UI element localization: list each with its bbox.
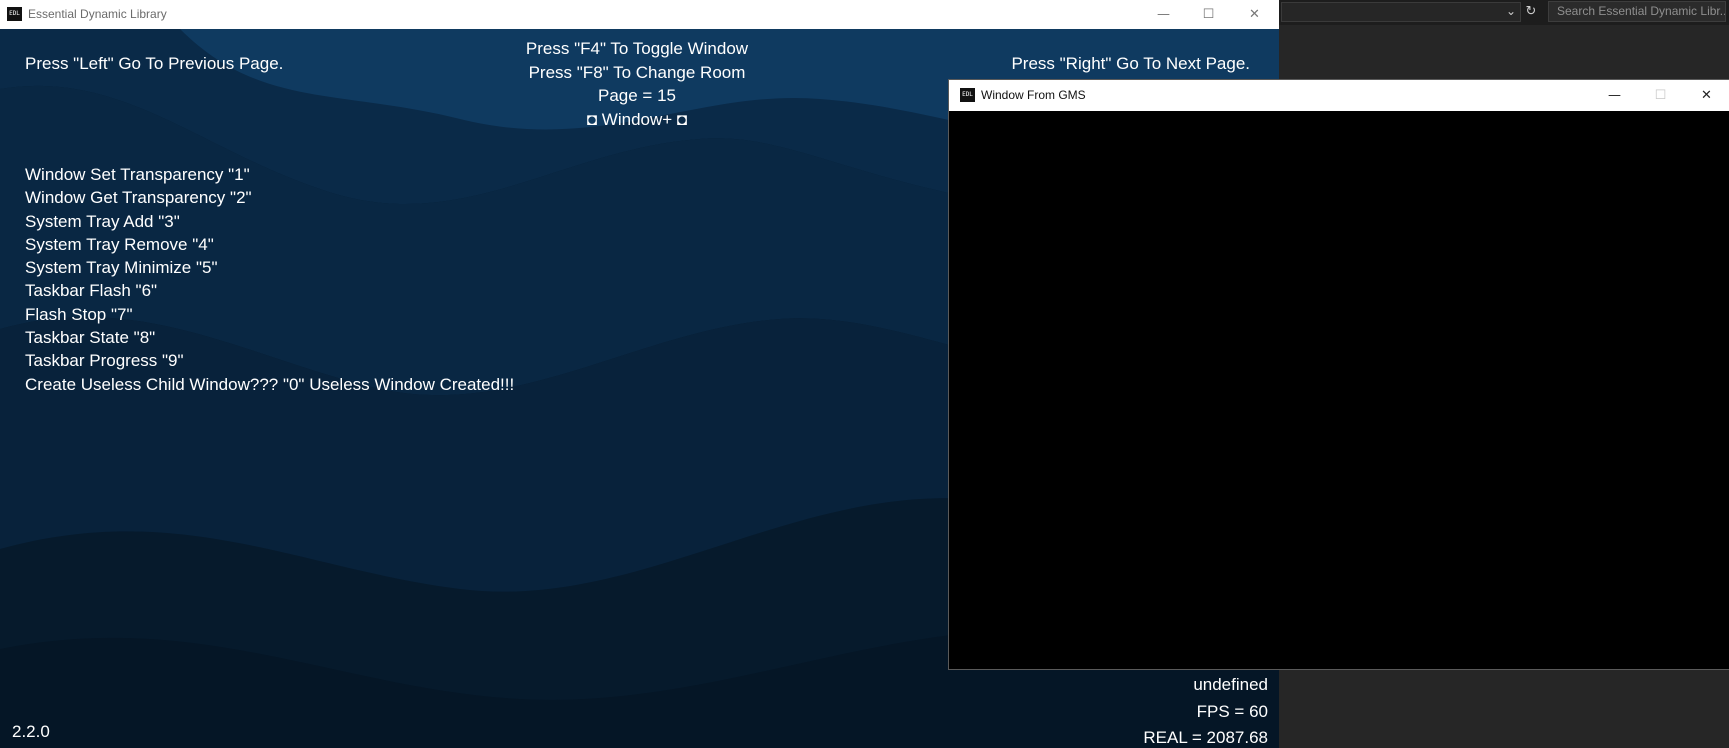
window-title: Window From GMS (981, 88, 1086, 102)
section-title: ◘ Window+ ◘ (586, 109, 688, 129)
list-item: Taskbar Flash "6" (25, 281, 158, 301)
list-item: Window Get Transparency "2" (25, 188, 252, 208)
function-list: Window Set Transparency "1" Window Get T… (25, 163, 514, 396)
list-item: Taskbar Progress "9" (25, 351, 184, 371)
close-button[interactable]: ✕ (1232, 0, 1277, 29)
page-header: Press "F4" To Toggle Window Press "F8" T… (437, 37, 837, 131)
refresh-icon[interactable]: ↻ (1522, 2, 1540, 22)
desktop: ⌄ ↻ Search Essential Dynamic Libr... EDL… (0, 0, 1729, 748)
app-icon: EDL (7, 7, 22, 21)
app-icon: EDL (960, 88, 975, 102)
child-window: EDL Window From GMS — ☐ ✕ (949, 80, 1729, 669)
list-item: System Tray Add "3" (25, 211, 180, 231)
search-input[interactable]: Search Essential Dynamic Libr... (1548, 1, 1726, 22)
background-dropdown[interactable]: ⌄ (1281, 2, 1521, 22)
status-undefined: undefined (1193, 675, 1268, 694)
chevron-down-icon: ⌄ (1505, 4, 1516, 18)
change-room-hint: Press "F8" To Change Room (528, 62, 746, 82)
previous-page-hint: Press "Left" Go To Previous Page. (25, 54, 284, 73)
toggle-window-hint: Press "F4" To Toggle Window (525, 39, 749, 58)
minimize-button[interactable]: — (1141, 0, 1186, 29)
list-item: Flash Stop "7" (25, 304, 133, 324)
list-item: Taskbar State "8" (25, 328, 156, 348)
child-window-content[interactable] (949, 111, 1729, 669)
fps-readout: FPS = 60 (1196, 701, 1268, 721)
minimize-button[interactable]: — (1592, 80, 1637, 111)
real-fps-readout: REAL = 2087.68 (1143, 728, 1268, 747)
version-label: 2.2.0 (12, 722, 50, 741)
page-number: Page = 15 (598, 86, 676, 105)
next-page-hint: Press "Right" Go To Next Page. (1011, 54, 1250, 73)
close-button[interactable]: ✕ (1684, 80, 1729, 111)
maximize-button[interactable]: ☐ (1638, 80, 1683, 111)
window-title: Essential Dynamic Library (28, 7, 167, 21)
main-window-titlebar[interactable]: EDL Essential Dynamic Library — ☐ ✕ (0, 0, 1279, 29)
maximize-button[interactable]: ☐ (1186, 0, 1231, 29)
list-item: Create Useless Child Window??? "0" Usele… (25, 374, 515, 394)
background-app-toolbar: ⌄ ↻ Search Essential Dynamic Libr... (1279, 0, 1729, 25)
list-item: Window Set Transparency "1" (25, 165, 250, 184)
list-item: System Tray Remove "4" (25, 234, 214, 254)
list-item: System Tray Minimize "5" (25, 258, 218, 278)
child-window-titlebar[interactable]: EDL Window From GMS — ☐ ✕ (949, 80, 1729, 111)
stats-readout: undefined FPS = 60 REAL = 2087.68 (1143, 672, 1268, 748)
